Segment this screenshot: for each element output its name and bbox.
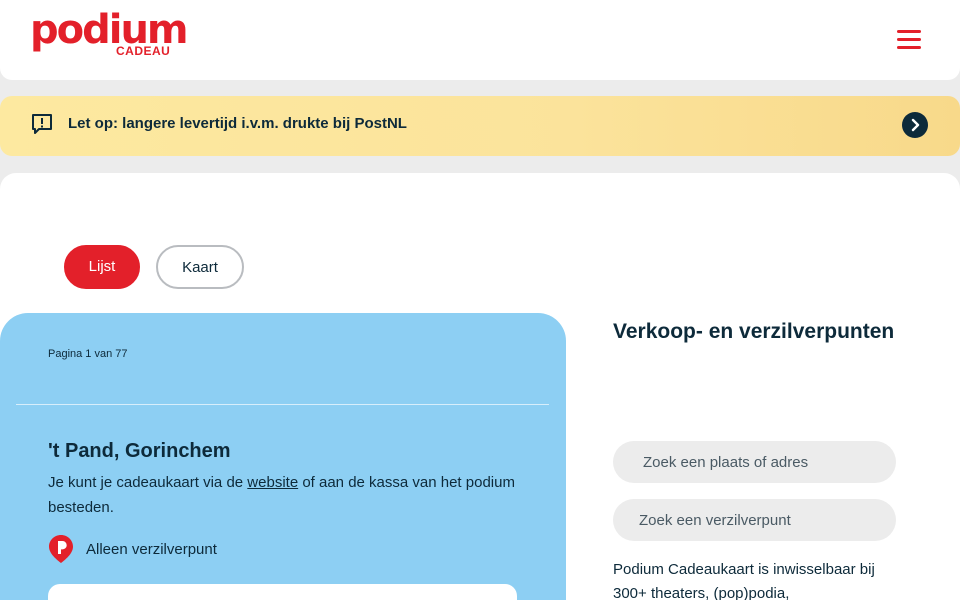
- search-place-input[interactable]: [613, 441, 896, 483]
- hamburger-menu-icon[interactable]: [894, 26, 924, 52]
- notice-text: Let op: langere levertijd i.v.m. drukte …: [68, 115, 407, 132]
- next-result-card[interactable]: [48, 584, 517, 600]
- venue-type-label: Alleen verzilverpunt: [86, 541, 217, 558]
- venue-description: Je kunt je cadeaukaart via de website of…: [48, 470, 518, 520]
- sidebar-intro-text: Podium Cadeaukaart is inwisselbaar bij 3…: [613, 561, 875, 600]
- results-divider: [16, 404, 549, 405]
- podium-cadeau-logo[interactable]: podium CADEAU: [30, 7, 189, 68]
- map-view-button[interactable]: Kaart: [156, 245, 244, 289]
- venue-title: 't Pand, Gorinchem: [48, 440, 231, 462]
- sidebar-title: Verkoop- en verzilverpunten: [613, 320, 895, 343]
- site-header: podium CADEAU: [0, 0, 960, 80]
- message-alert-icon: [32, 114, 52, 134]
- chevron-right-circle-icon[interactable]: [902, 112, 928, 138]
- logo-subtitle: CADEAU: [116, 44, 171, 58]
- delivery-notice-banner[interactable]: Let op: langere levertijd i.v.m. drukte …: [0, 96, 960, 156]
- list-view-button[interactable]: Lijst: [64, 245, 140, 289]
- podium-location-pin-icon: [49, 535, 73, 563]
- search-point-input[interactable]: [613, 499, 896, 541]
- venue-website-link[interactable]: website: [247, 474, 298, 491]
- pagination-label: Pagina 1 van 77: [48, 348, 128, 360]
- venue-description-start: Je kunt je cadeaukaart via de: [48, 474, 248, 491]
